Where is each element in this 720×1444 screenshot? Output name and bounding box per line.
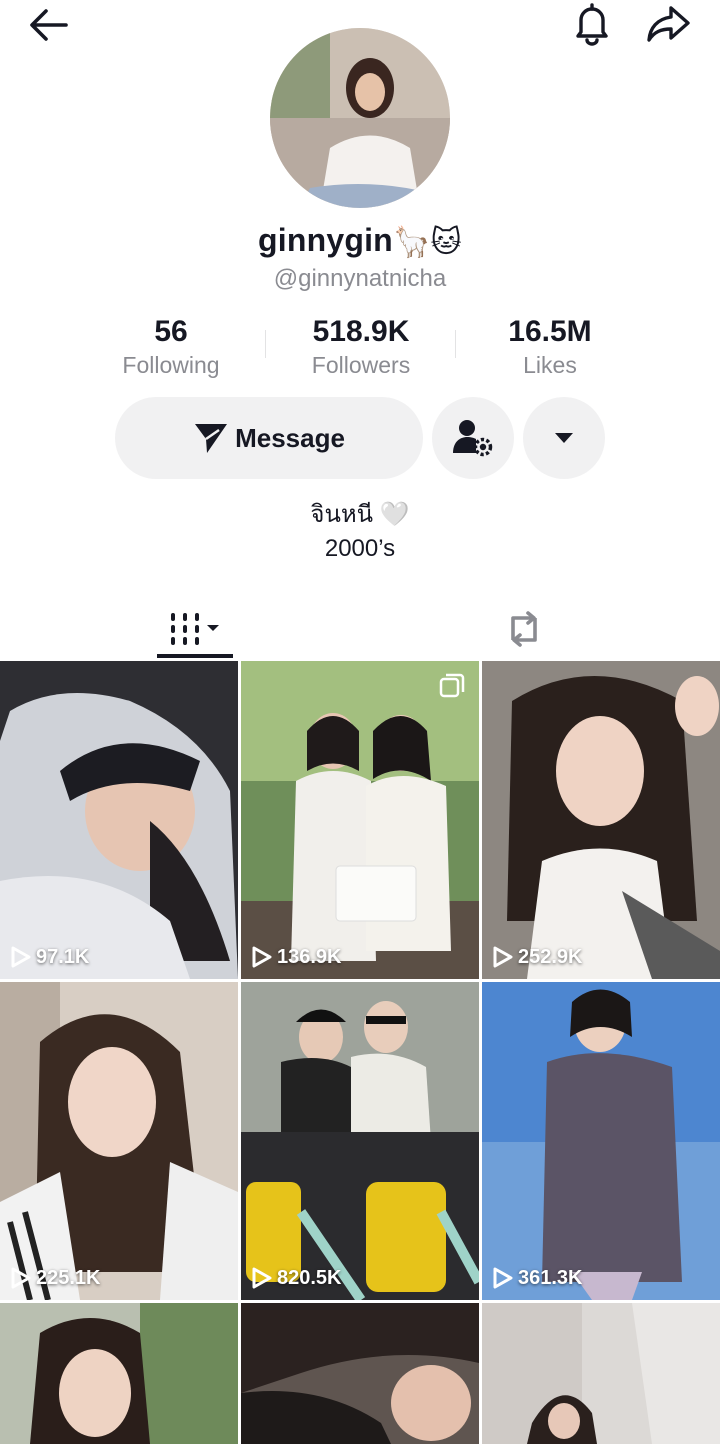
avatar-photo <box>270 28 450 208</box>
stat-following[interactable]: 56 Following <box>76 314 266 380</box>
video-thumbnail[interactable]: 225.1K <box>0 982 238 1300</box>
video-thumbnail[interactable]: 136.9K <box>241 661 479 979</box>
view-count-text: 136.9K <box>277 945 342 968</box>
message-button[interactable]: Message <box>115 397 423 479</box>
thumbnail-image <box>482 982 720 1300</box>
play-icon <box>252 946 272 968</box>
video-thumbnail[interactable]: 97.1K <box>0 661 238 979</box>
video-grid: 97.1K 136.9K 252.9K 225.1K 820.5K 361.3K <box>0 661 720 1444</box>
bio-line: 2000’s <box>324 535 396 562</box>
thumbnail-image <box>482 1303 720 1444</box>
play-icon <box>493 1267 513 1289</box>
thumbnail-image <box>0 1303 238 1444</box>
more-options-button[interactable] <box>523 397 605 479</box>
view-count-text: 97.1K <box>36 945 90 968</box>
play-icon <box>11 946 31 968</box>
caret-down-icon <box>555 433 573 443</box>
active-tab-indicator <box>157 654 233 658</box>
stat-label: Following <box>122 352 220 378</box>
bio-line: จินหนี 🤍 <box>310 501 410 528</box>
share-arrow-icon <box>647 6 690 42</box>
share-button[interactable] <box>642 2 694 46</box>
repost-icon <box>511 611 537 647</box>
view-count: 225.1K <box>10 1266 101 1290</box>
play-icon <box>11 1267 31 1289</box>
bell-icon <box>576 3 608 46</box>
stat-value: 56 <box>154 315 188 348</box>
message-label: Message <box>235 422 345 453</box>
stat-divider <box>265 330 266 358</box>
view-count: 136.9K <box>251 945 342 969</box>
stat-label: Followers <box>311 352 411 378</box>
stat-value: 518.9K <box>312 315 410 348</box>
profile-avatar[interactable] <box>270 28 450 208</box>
view-count-text: 361.3K <box>518 1266 583 1289</box>
view-count-text: 820.5K <box>277 1266 342 1289</box>
username: ginnygin <box>258 222 393 258</box>
user-handle: @ginnynatnicha <box>273 265 447 292</box>
action-buttons: Message <box>0 397 720 481</box>
username-emojis: 🦙🐱 <box>392 226 462 260</box>
stat-divider <box>455 330 456 358</box>
video-thumbnail[interactable]: 252.9K <box>482 661 720 979</box>
view-count-text: 225.1K <box>36 1266 101 1289</box>
video-thumbnail[interactable] <box>241 1303 479 1444</box>
stat-value: 16.5M <box>508 315 592 348</box>
thumbnail-image <box>241 982 479 1300</box>
view-count: 97.1K <box>10 945 89 969</box>
video-thumbnail[interactable] <box>482 1303 720 1444</box>
thumbnail-image <box>241 661 479 979</box>
view-count-text: 252.9K <box>518 945 583 968</box>
thumbnail-image <box>241 1303 479 1444</box>
username-row: ginnygin🦙🐱 <box>0 222 720 260</box>
follow-settings-button[interactable] <box>432 397 514 479</box>
play-icon <box>252 1267 272 1289</box>
play-icon <box>493 946 513 968</box>
notification-bell-button[interactable] <box>568 0 616 48</box>
video-thumbnail[interactable]: 361.3K <box>482 982 720 1300</box>
grid-bars-icon <box>171 613 219 645</box>
content-tabs <box>0 598 720 660</box>
stat-label: Likes <box>523 352 577 378</box>
user-gear-icon <box>453 420 493 457</box>
paper-plane-icon <box>195 424 228 453</box>
view-count: 820.5K <box>251 1266 342 1290</box>
thumbnail-image <box>0 982 238 1300</box>
profile-stats: 56 Following 518.9K Followers 16.5M Like… <box>0 314 720 384</box>
multi-photo-icon <box>439 673 465 704</box>
video-thumbnail[interactable] <box>0 1303 238 1444</box>
arrow-left-icon <box>30 9 68 41</box>
profile-bio: จินหนี 🤍 2000’s <box>0 498 720 566</box>
video-thumbnail[interactable]: 820.5K <box>241 982 479 1300</box>
thumbnail-image <box>0 661 238 979</box>
tab-videos[interactable] <box>156 598 234 660</box>
tab-reposts[interactable] <box>485 598 563 660</box>
view-count: 361.3K <box>492 1266 583 1290</box>
view-count: 252.9K <box>492 945 583 969</box>
stat-followers[interactable]: 518.9K Followers <box>266 314 456 380</box>
thumbnail-image <box>482 661 720 979</box>
stat-likes: 16.5M Likes <box>455 314 645 380</box>
back-button[interactable] <box>22 4 74 46</box>
